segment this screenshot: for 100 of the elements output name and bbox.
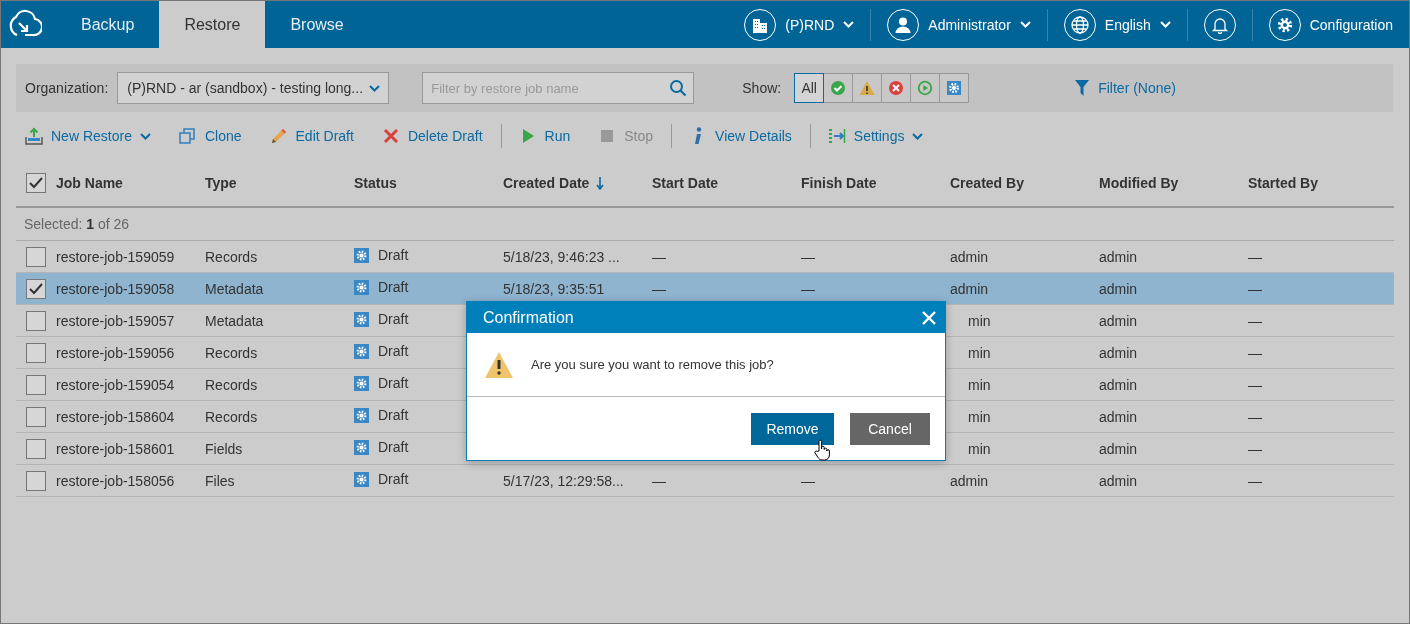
row-checkbox[interactable] bbox=[26, 310, 46, 331]
gear-icon bbox=[354, 343, 369, 359]
configuration-button[interactable]: Configuration bbox=[1252, 1, 1409, 48]
modified-by-cell: admin bbox=[1099, 344, 1138, 361]
show-label: Show: bbox=[742, 80, 782, 96]
type-cell: Fields bbox=[205, 440, 243, 457]
row-checkbox[interactable] bbox=[26, 406, 46, 427]
new-restore-button[interactable]: New Restore bbox=[25, 127, 167, 145]
status-cell: Draft bbox=[378, 407, 409, 424]
job-name-cell: restore-job-159059 bbox=[56, 248, 175, 265]
warning-icon bbox=[485, 351, 513, 378]
job-name-cell: restore-job-159058 bbox=[56, 280, 175, 297]
type-header[interactable]: Type bbox=[205, 175, 237, 191]
status-cell: Draft bbox=[378, 311, 409, 328]
status-filter-button[interactable] bbox=[823, 73, 854, 103]
view-details-button[interactable]: View Details bbox=[689, 127, 808, 145]
start-date-cell: — bbox=[652, 472, 666, 489]
created-date-cell: 5/18/23, 9:46:23 ... bbox=[503, 248, 620, 265]
modified-by-cell: admin bbox=[1099, 472, 1138, 489]
nav-tab[interactable]: Browse bbox=[265, 1, 369, 48]
delete-draft-button[interactable]: Delete Draft bbox=[381, 127, 499, 145]
created-by-cell: min bbox=[968, 344, 991, 361]
x-icon bbox=[381, 127, 400, 145]
created-by-header[interactable]: Created By bbox=[950, 175, 1024, 191]
gear-icon bbox=[354, 247, 369, 263]
organization-dropdown[interactable]: (P)RND - ar (sandbox) - testing long... bbox=[117, 72, 390, 104]
settings-icon bbox=[1275, 15, 1294, 34]
columns-icon bbox=[827, 127, 846, 145]
language-menu[interactable]: English bbox=[1047, 1, 1187, 48]
status-cell: Draft bbox=[378, 279, 409, 296]
row-checkbox[interactable] bbox=[26, 470, 46, 491]
status-header[interactable]: Status bbox=[354, 175, 397, 191]
created-by-cell: min bbox=[968, 408, 991, 425]
status-filter-button[interactable] bbox=[939, 73, 970, 103]
search-field[interactable]: Filter by restore job name bbox=[422, 72, 695, 104]
table-row[interactable]: restore-job-158056 Files Draft 5/17/23, 12:29:58... — — admin admin — bbox=[16, 465, 1394, 497]
finish-date-header[interactable]: Finish Date bbox=[801, 175, 877, 191]
job-name-header[interactable]: Job Name bbox=[56, 175, 123, 191]
filter-link[interactable]: Filter (None) bbox=[1075, 80, 1176, 96]
created-date-cell: 5/17/23, 12:29:58... bbox=[503, 472, 624, 489]
started-by-cell: — bbox=[1248, 344, 1262, 361]
modified-by-cell: admin bbox=[1099, 248, 1138, 265]
status-cell: Draft bbox=[378, 247, 409, 264]
settings-button[interactable]: Settings bbox=[827, 127, 940, 145]
copy-icon bbox=[178, 127, 197, 145]
start-date-header[interactable]: Start Date bbox=[652, 175, 719, 191]
gear-icon bbox=[354, 407, 369, 423]
started-by-header[interactable]: Started By bbox=[1248, 175, 1319, 191]
remove-button[interactable]: Remove bbox=[751, 413, 834, 445]
select-all-checkbox[interactable] bbox=[26, 173, 46, 193]
status-filter-button[interactable] bbox=[881, 73, 912, 103]
type-cell: Records bbox=[205, 248, 258, 265]
upload-icon bbox=[25, 127, 43, 145]
bell-icon bbox=[1210, 15, 1229, 34]
table-row[interactable]: restore-job-159058 Metadata Draft 5/18/23, 9:35:51 — — admin admin — bbox=[16, 273, 1394, 305]
nav-tab[interactable]: Backup bbox=[56, 1, 160, 48]
globe-icon bbox=[1069, 14, 1090, 35]
warning-icon bbox=[859, 80, 876, 96]
type-cell: Records bbox=[205, 376, 258, 393]
created-by-cell: min bbox=[968, 312, 991, 329]
clone-button[interactable]: Clone bbox=[178, 127, 258, 145]
cancel-button[interactable]: Cancel bbox=[850, 413, 930, 445]
row-checkbox[interactable] bbox=[26, 438, 46, 459]
gear-icon bbox=[946, 80, 963, 96]
organization-menu[interactable]: (P)RND bbox=[728, 1, 871, 48]
selection-summary: Selected: 1 of 26 bbox=[24, 216, 130, 232]
type-cell: Metadata bbox=[205, 312, 264, 329]
started-by-cell: — bbox=[1248, 248, 1262, 265]
job-name-cell: restore-job-159056 bbox=[56, 344, 175, 361]
modified-by-cell: admin bbox=[1099, 408, 1138, 425]
gear-icon bbox=[354, 311, 369, 327]
job-name-cell: restore-job-158601 bbox=[56, 440, 175, 457]
job-name-cell: restore-job-159057 bbox=[56, 312, 175, 329]
status-cell: Draft bbox=[378, 343, 409, 360]
edit-draft-button[interactable]: Edit Draft bbox=[269, 127, 370, 145]
start-date-cell: — bbox=[652, 248, 666, 265]
chevron-down-icon bbox=[369, 84, 381, 92]
row-checkbox[interactable] bbox=[26, 278, 46, 299]
row-checkbox[interactable] bbox=[26, 374, 46, 395]
type-cell: Files bbox=[205, 472, 235, 489]
status-filter-button[interactable] bbox=[910, 73, 941, 103]
row-checkbox[interactable] bbox=[26, 342, 46, 363]
status-cell: Draft bbox=[378, 439, 409, 456]
close-icon[interactable] bbox=[922, 310, 936, 325]
row-checkbox[interactable] bbox=[26, 246, 46, 267]
created-date-header[interactable]: Created Date bbox=[503, 175, 590, 191]
modified-by-cell: admin bbox=[1099, 312, 1138, 329]
run-button[interactable]: Run bbox=[518, 127, 587, 145]
status-filter-button[interactable] bbox=[852, 73, 883, 103]
nav-tab[interactable]: Restore bbox=[159, 1, 266, 48]
user-menu[interactable]: Administrator bbox=[871, 1, 1047, 48]
created-date-cell: 5/18/23, 9:35:51 bbox=[503, 280, 605, 297]
organization-label: Organization: bbox=[25, 80, 109, 96]
gear-icon bbox=[354, 471, 369, 487]
started-by-cell: — bbox=[1248, 312, 1262, 329]
all-filter-button[interactable]: All bbox=[794, 73, 825, 103]
gear-icon bbox=[354, 439, 369, 455]
search-icon[interactable] bbox=[669, 79, 688, 97]
modified-by-header[interactable]: Modified By bbox=[1099, 175, 1179, 191]
status-cell: Draft bbox=[378, 375, 409, 392]
